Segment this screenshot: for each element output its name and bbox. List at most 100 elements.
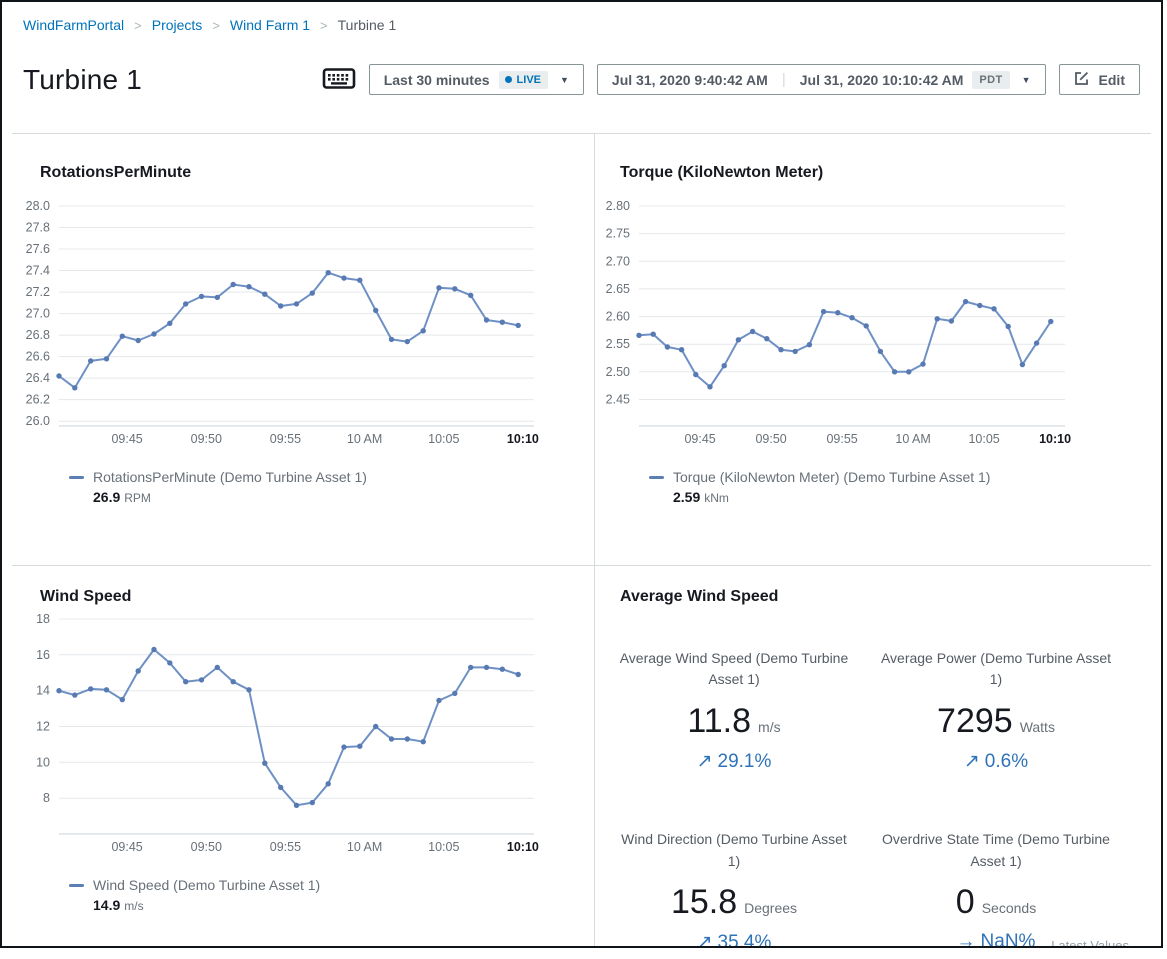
kpi-wind-direction: Wind Direction (Demo Turbine Asset 1) 15… (603, 829, 865, 948)
svg-text:10:10: 10:10 (1039, 432, 1071, 446)
kpi-grid: Average Wind Speed (Demo Turbine Asset 1… (603, 648, 1151, 949)
series-name: RotationsPerMinute (Demo Turbine Asset 1… (93, 469, 367, 485)
svg-text:10:10: 10:10 (507, 432, 539, 446)
series-color-icon (649, 476, 664, 479)
live-dot-icon (505, 76, 512, 83)
svg-text:09:50: 09:50 (755, 432, 786, 446)
series-unit: m/s (124, 899, 143, 913)
series-unit: kNm (704, 491, 729, 505)
series-color-icon (69, 476, 84, 479)
svg-text:26.6: 26.6 (26, 349, 50, 363)
chart-legend: Wind Speed (Demo Turbine Asset 1) 14.9 m/… (69, 875, 594, 916)
svg-text:8: 8 (43, 791, 50, 805)
kpi-unit: m/s (758, 719, 781, 735)
svg-text:2.60: 2.60 (606, 309, 630, 323)
svg-text:14: 14 (36, 683, 50, 697)
svg-text:10:10: 10:10 (507, 840, 539, 854)
svg-text:10 AM: 10 AM (895, 432, 930, 446)
chart-legend: Torque (KiloNewton Meter) (Demo Turbine … (649, 467, 1155, 508)
series-name: Wind Speed (Demo Turbine Asset 1) (93, 877, 320, 893)
chart-title: Wind Speed (40, 588, 594, 606)
svg-text:10:05: 10:05 (428, 840, 459, 854)
kpi-overdrive-state-time: Overdrive State Time (Demo Turbine Asset… (865, 829, 1127, 948)
svg-text:27.0: 27.0 (26, 306, 50, 320)
svg-text:2.70: 2.70 (606, 254, 630, 268)
kpi-trend: ↗35.4% (603, 931, 865, 948)
series-latest-value: 14.9 (93, 897, 120, 913)
kpi-average-power: Average Power (Demo Turbine Asset 1) 729… (865, 648, 1127, 773)
series-latest-value: 2.59 (673, 489, 700, 505)
svg-text:26.8: 26.8 (26, 328, 50, 342)
panel-average-wind-speed-kpi: Average Wind Speed Average Wind Speed (D… (594, 565, 1151, 949)
latest-values-label: Latest Values (1051, 938, 1129, 949)
svg-text:09:45: 09:45 (111, 432, 142, 446)
svg-text:27.8: 27.8 (26, 220, 50, 234)
breadcrumb-separator-icon: > (212, 18, 220, 33)
svg-text:2.55: 2.55 (606, 337, 630, 351)
breadcrumb-link-portal[interactable]: WindFarmPortal (23, 17, 124, 33)
time-range-label: Last 30 minutes (384, 72, 490, 88)
time-range-dropdown[interactable]: Last 30 minutes LIVE ▼ (369, 64, 584, 95)
timezone-badge: PDT (972, 71, 1009, 89)
trend-up-icon: ↗ (697, 932, 713, 948)
series-latest-value: 26.9 (93, 489, 120, 505)
svg-text:12: 12 (36, 719, 50, 733)
svg-text:09:55: 09:55 (270, 840, 301, 854)
breadcrumb-link-wind-farm[interactable]: Wind Farm 1 (230, 17, 310, 33)
kpi-unit: Watts (1020, 719, 1055, 735)
svg-text:27.2: 27.2 (26, 285, 50, 299)
trend-up-icon: ↗ (697, 751, 713, 772)
svg-text:2.80: 2.80 (606, 199, 630, 213)
svg-text:27.6: 27.6 (26, 242, 50, 256)
svg-text:10 AM: 10 AM (347, 432, 382, 446)
breadcrumb: WindFarmPortal>Projects>Wind Farm 1>Turb… (2, 2, 1161, 37)
edit-button[interactable]: Edit (1059, 64, 1140, 95)
kpi-label: Average Power (Demo Turbine Asset 1) (865, 648, 1127, 691)
svg-text:10 AM: 10 AM (347, 840, 382, 854)
svg-text:28.0: 28.0 (26, 199, 50, 213)
svg-text:09:55: 09:55 (826, 432, 857, 446)
svg-text:10: 10 (36, 755, 50, 769)
trend-flat-icon: → (957, 931, 976, 948)
svg-text:09:45: 09:45 (111, 840, 142, 854)
kpi-average-wind-speed: Average Wind Speed (Demo Turbine Asset 1… (603, 648, 865, 773)
line-chart-wind-speed[interactable]: 8 10 12 14 16 18 09:45 09:50 09:55 10 AM 10:05 10:1… (12, 611, 542, 868)
breadcrumb-current: Turbine 1 (338, 17, 397, 33)
series-color-icon (69, 884, 84, 887)
kpi-value: 7295 (937, 702, 1013, 740)
svg-text:09:50: 09:50 (191, 432, 222, 446)
line-chart-torque[interactable]: 2.452.502.552.602.652.702.752.8009:4509:… (595, 187, 1155, 460)
kpi-label: Average Wind Speed (Demo Turbine Asset 1… (603, 648, 865, 691)
chart-title: RotationsPerMinute (40, 164, 594, 182)
svg-text:18: 18 (36, 612, 50, 626)
kpi-value: 0 (956, 883, 975, 921)
kpi-label: Wind Direction (Demo Turbine Asset 1) (603, 829, 865, 872)
svg-text:2.45: 2.45 (606, 392, 630, 406)
date-range-picker[interactable]: Jul 31, 2020 9:40:42 AM | Jul 31, 2020 1… (597, 64, 1046, 95)
svg-text:26.0: 26.0 (26, 414, 50, 428)
line-chart-rotations-per-minute[interactable]: 26.026.226.426.626.827.027.227.427.627.8… (12, 187, 542, 460)
dashboard-grid: RotationsPerMinute 26.026.226.426.626.82… (12, 133, 1151, 949)
kpi-panel-title: Average Wind Speed (620, 588, 1151, 606)
panel-wind-speed: Wind Speed 8 10 12 14 16 18 09:45 09:50 09:55 10 … (12, 565, 594, 949)
keyboard-shortcuts-button[interactable] (322, 66, 356, 94)
panel-rotations-per-minute: RotationsPerMinute 26.026.226.426.626.82… (12, 134, 594, 565)
svg-text:2.65: 2.65 (606, 281, 630, 295)
series-name: Torque (KiloNewton Meter) (Demo Turbine … (673, 469, 990, 485)
series-unit: RPM (124, 491, 151, 505)
date-range-start: Jul 31, 2020 9:40:42 AM (612, 72, 768, 88)
svg-text:16: 16 (36, 647, 50, 661)
breadcrumb-link-projects[interactable]: Projects (152, 17, 203, 33)
kpi-unit: Seconds (982, 900, 1036, 916)
svg-text:27.4: 27.4 (26, 263, 50, 277)
svg-text:10:05: 10:05 (968, 432, 999, 446)
chart-title: Torque (KiloNewton Meter) (620, 164, 1155, 182)
chevron-down-icon: ▼ (560, 75, 569, 85)
svg-text:26.4: 26.4 (26, 371, 50, 385)
keyboard-icon (322, 66, 356, 94)
svg-text:09:50: 09:50 (191, 840, 222, 854)
panel-torque: Torque (KiloNewton Meter) 2.452.502.552.… (594, 134, 1155, 565)
svg-text:10:05: 10:05 (428, 432, 459, 446)
edit-icon (1074, 70, 1090, 89)
kpi-value: 15.8 (671, 883, 737, 921)
